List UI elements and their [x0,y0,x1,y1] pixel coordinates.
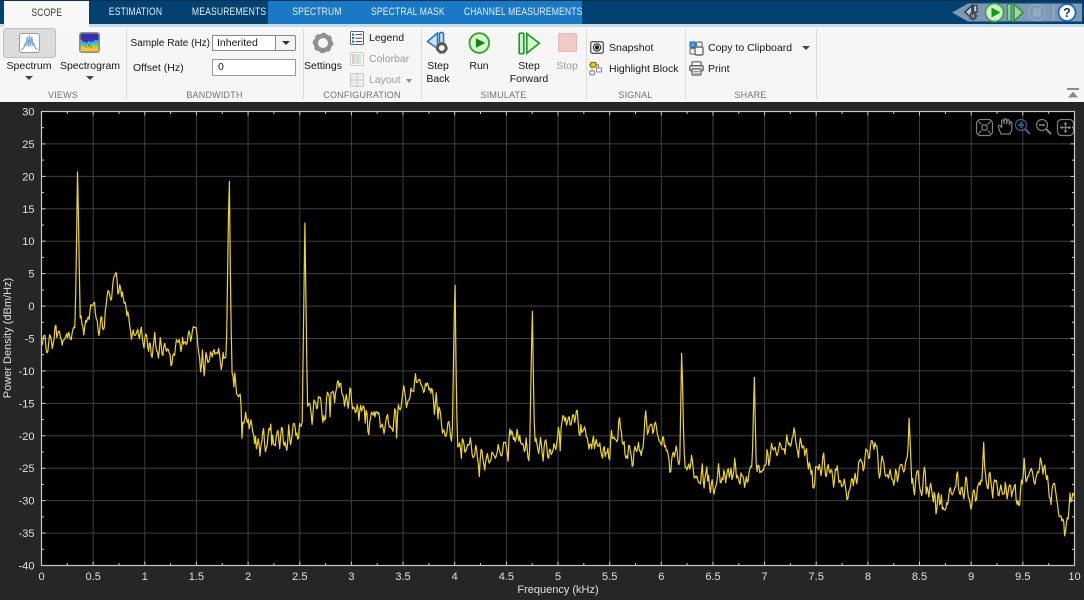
svg-text:-40: -40 [19,561,35,573]
svg-text:4.5: 4.5 [499,571,514,583]
svg-text:-15: -15 [19,398,35,410]
svg-text:9.5: 9.5 [1015,571,1030,583]
svg-text:0.5: 0.5 [86,571,101,583]
svg-text:0: 0 [38,571,44,583]
svg-text:-35: -35 [19,528,35,540]
svg-text:20: 20 [22,171,34,183]
svg-text:25: 25 [22,139,34,151]
svg-text:6: 6 [658,571,664,583]
svg-text:4: 4 [452,571,458,583]
svg-text:1.5: 1.5 [189,571,204,583]
svg-text:Power Density (dBm/Hz): Power Density (dBm/Hz) [2,278,14,398]
svg-text:7: 7 [762,571,768,583]
svg-text:-30: -30 [19,496,35,508]
svg-text:5.5: 5.5 [602,571,617,583]
svg-text:10: 10 [1068,571,1080,583]
svg-text:2: 2 [245,571,251,583]
svg-text:10: 10 [22,236,34,248]
svg-text:-25: -25 [19,463,35,475]
svg-text:0: 0 [28,301,34,313]
svg-text:-20: -20 [19,431,35,443]
svg-text:-10: -10 [19,366,35,378]
svg-text:5: 5 [555,571,561,583]
svg-text:Frequency (kHz): Frequency (kHz) [517,584,598,596]
svg-text:9: 9 [968,571,974,583]
svg-text:8: 8 [865,571,871,583]
svg-text:15: 15 [22,204,34,216]
svg-text:3: 3 [348,571,354,583]
svg-text:5: 5 [28,269,34,281]
svg-text:30: 30 [22,107,34,119]
svg-text:6.5: 6.5 [705,571,720,583]
svg-text:3.5: 3.5 [395,571,410,583]
svg-text:-5: -5 [25,334,35,346]
svg-text:7.5: 7.5 [809,571,824,583]
svg-text:2.5: 2.5 [292,571,307,583]
svg-text:1: 1 [142,571,148,583]
svg-text:8.5: 8.5 [912,571,927,583]
